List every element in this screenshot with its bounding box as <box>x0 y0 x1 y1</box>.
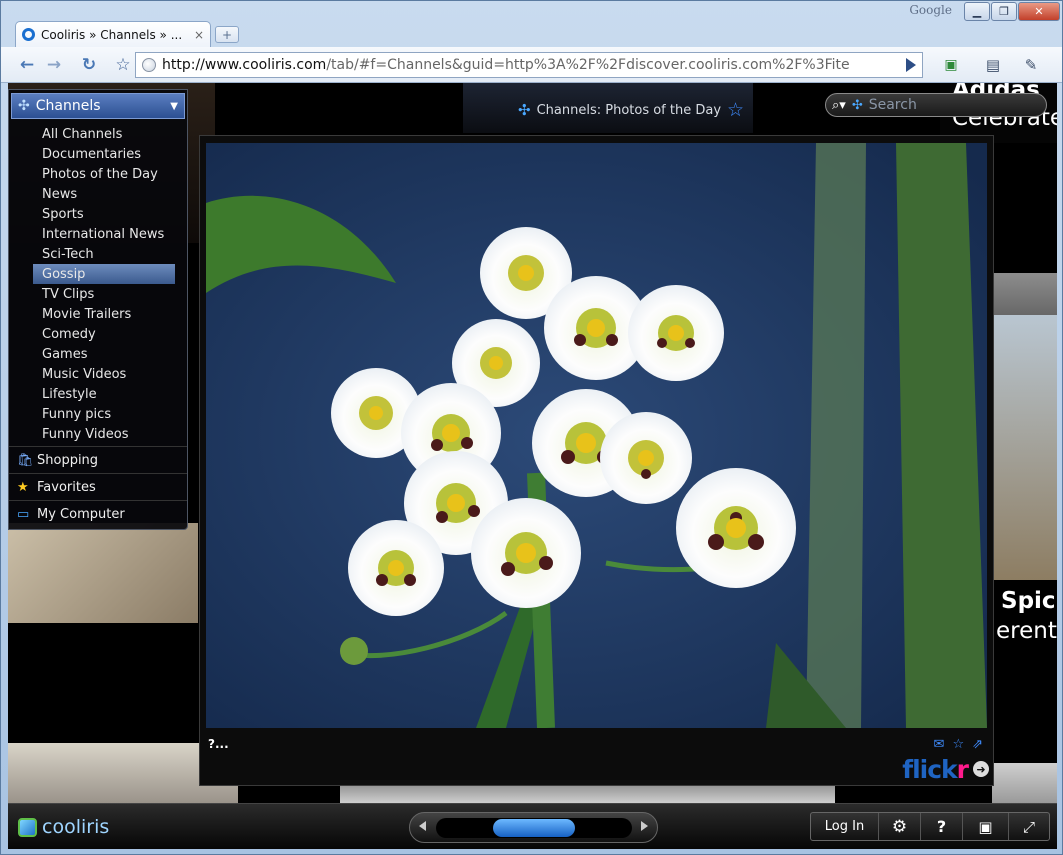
sidebar-item-funny-videos[interactable]: Funny Videos <box>33 424 175 444</box>
browser-toolbar: ← → ↻ ☆ http://www.cooliris.com/tab/#f=C… <box>1 47 1062 83</box>
wrench-menu-icon[interactable]: ✎ <box>1019 53 1043 77</box>
channel-list: All Channels Documentaries Photos of the D… <box>9 124 187 444</box>
new-tab-button[interactable]: + <box>215 26 239 43</box>
login-button[interactable]: Log In <box>811 813 879 840</box>
browser-window: Google ▁ ❐ ✕ Cooliris » Channels » ... ×… <box>0 0 1063 855</box>
slideshow-icon[interactable]: ▣ <box>963 813 1009 840</box>
sidebar-sections: 🛍 Shopping ★ Favorites ▭ My Computer <box>9 446 187 527</box>
tab-close-button[interactable]: × <box>194 28 204 42</box>
sidebar-item-photos-of-the-day[interactable]: Photos of the Day <box>33 164 175 184</box>
maximize-button[interactable]: ❐ <box>991 2 1017 21</box>
sidebar-section-label: My Computer <box>37 506 125 522</box>
search-icon[interactable]: ⌕▾ <box>832 98 846 113</box>
address-bar[interactable]: http://www.cooliris.com/tab/#f=Channels&… <box>135 52 923 78</box>
fullscreen-icon[interactable]: ⤢ <box>1009 813 1049 840</box>
wall-scrubber[interactable] <box>409 812 658 843</box>
wall-tile[interactable] <box>8 523 198 623</box>
scroll-right-icon[interactable] <box>641 821 648 831</box>
favorite-star-icon[interactable]: ☆ <box>952 737 964 752</box>
globe-icon <box>142 58 156 72</box>
gear-icon[interactable]: ⚙ <box>879 813 921 840</box>
cooliris-bottom-bar: cooliris Log In ⚙ ? ▣ ⤢ <box>8 803 1057 849</box>
flower-photo-image <box>206 143 987 728</box>
cooliris-logo-icon <box>18 817 37 837</box>
search-input[interactable]: Search <box>869 97 917 113</box>
flickr-logo[interactable]: flickr <box>902 755 969 784</box>
go-arrow-icon[interactable] <box>906 58 916 72</box>
sidebar-item-international-news[interactable]: International News <box>33 224 175 244</box>
star-icon: ★ <box>17 479 29 495</box>
sidebar-item-comedy[interactable]: Comedy <box>33 324 175 344</box>
monitor-icon: ▭ <box>17 506 30 522</box>
channel-header: ✣ Channels: Photos of the Day ☆ <box>518 99 744 121</box>
sidebar-item-sci-tech[interactable]: Sci-Tech <box>33 244 175 264</box>
sidebar-section-shopping[interactable]: 🛍 Shopping <box>9 446 187 473</box>
tile-subtitle: erent <box>996 618 1057 644</box>
bottom-controls: Log In ⚙ ? ▣ ⤢ <box>810 812 1050 841</box>
photo-actions: ✉ ☆ ⇗ <box>934 737 983 752</box>
tile-title: Spic <box>1001 588 1056 614</box>
channels-sidebar: ✣ Channels ▼ All Channels Documentaries Ph… <box>8 89 188 530</box>
photo-viewer: ?... ✉ ☆ ⇗ flickr ➜ <box>199 135 994 786</box>
wall-tile[interactable] <box>992 315 1057 580</box>
channels-icon: ✣ <box>851 97 863 113</box>
sidebar-item-gossip[interactable]: Gossip <box>33 264 175 284</box>
back-icon[interactable]: ← <box>15 53 39 77</box>
sidebar-section-favorites[interactable]: ★ Favorites <box>9 473 187 500</box>
arrow-right-icon[interactable]: ➜ <box>973 761 989 777</box>
page-menu-icon[interactable]: ▤ <box>981 53 1005 77</box>
channels-dropdown-header[interactable]: ✣ Channels ▼ <box>11 93 185 119</box>
sidebar-item-all-channels[interactable]: All Channels <box>33 124 175 144</box>
sidebar-item-sports[interactable]: Sports <box>33 204 175 224</box>
favorite-star-icon[interactable]: ☆ <box>727 99 744 121</box>
url-text[interactable]: http://www.cooliris.com/tab/#f=Channels&… <box>162 57 884 73</box>
sidebar-item-lifestyle[interactable]: Lifestyle <box>33 384 175 404</box>
help-button[interactable]: ? <box>921 813 963 840</box>
flower-photo[interactable] <box>206 143 987 728</box>
cooliris-favicon-icon <box>22 28 35 41</box>
sidebar-section-label: Shopping <box>37 452 99 468</box>
channel-title: Channels: Photos of the Day <box>536 102 722 118</box>
tab-title: Cooliris » Channels » ... <box>41 27 183 42</box>
sidebar-item-tv-clips[interactable]: TV Clips <box>33 284 175 304</box>
sidebar-section-my-computer[interactable]: ▭ My Computer <box>9 500 187 527</box>
minimize-button[interactable]: ▁ <box>964 2 990 21</box>
cooliris-logo: cooliris <box>18 816 109 838</box>
scrubber-handle[interactable] <box>493 819 575 837</box>
close-window-button[interactable]: ✕ <box>1018 2 1060 21</box>
reload-icon[interactable]: ↻ <box>77 53 101 77</box>
external-link-icon[interactable]: ⇗ <box>972 737 983 752</box>
logo-text: cooliris <box>42 816 110 838</box>
forward-icon[interactable]: → <box>42 53 66 77</box>
cooliris-wall: Adidas Celebrate Spic erent ✣ Channels: … <box>8 83 1057 849</box>
bookmark-star-icon[interactable]: ☆ <box>111 53 135 77</box>
sidebar-item-games[interactable]: Games <box>33 344 175 364</box>
wall-tile[interactable] <box>340 783 835 803</box>
sidebar-title: Channels <box>35 98 101 114</box>
sidebar-item-documentaries[interactable]: Documentaries <box>33 144 175 164</box>
search-box[interactable]: ⌕▾ ✣ Search <box>825 93 1047 117</box>
email-icon[interactable]: ✉ <box>934 737 945 752</box>
browser-tab[interactable]: Cooliris » Channels » ... × <box>15 21 211 47</box>
sidebar-section-label: Favorites <box>37 479 96 495</box>
sidebar-item-news[interactable]: News <box>33 184 175 204</box>
channels-icon: ✣ <box>518 101 531 119</box>
sidebar-item-movie-trailers[interactable]: Movie Trailers <box>33 304 175 324</box>
wall-tile[interactable] <box>992 763 1057 803</box>
browser-brand-label: Google <box>909 3 952 17</box>
sidebar-item-music-videos[interactable]: Music Videos <box>33 364 175 384</box>
sidebar-item-funny-pics[interactable]: Funny pics <box>33 404 175 424</box>
extension-icon[interactable]: ▣ <box>939 53 963 77</box>
channels-icon: ✣ <box>18 98 30 114</box>
shopping-bag-icon: 🛍 <box>17 452 34 468</box>
scroll-left-icon[interactable] <box>419 821 426 831</box>
chevron-down-icon[interactable]: ▼ <box>170 101 178 112</box>
photo-caption: ?... <box>208 737 229 751</box>
